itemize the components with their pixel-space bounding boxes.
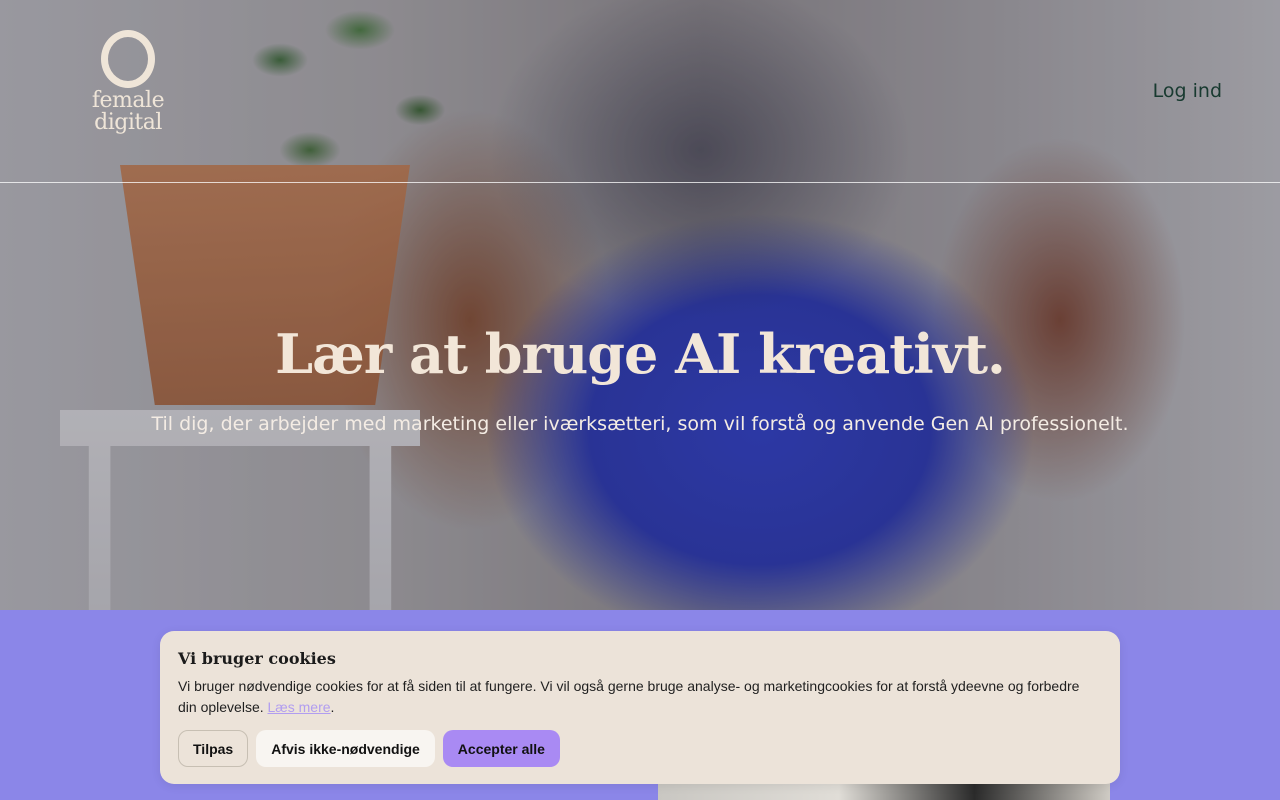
logo-ring-icon bbox=[101, 30, 155, 88]
hero-title: Lær at bruge AI kreativt. bbox=[275, 322, 1006, 386]
login-link[interactable]: Log ind bbox=[1153, 80, 1222, 102]
cookie-banner-text: Vi bruger nødvendige cookies for at få s… bbox=[178, 676, 1098, 718]
hero-subtitle: Til dig, der arbejder med marketing elle… bbox=[151, 413, 1129, 435]
logo-text-line2: digital bbox=[94, 110, 162, 135]
accept-all-button[interactable]: Accepter alle bbox=[442, 730, 560, 767]
logo-text-line1: female bbox=[91, 88, 165, 113]
site-logo[interactable]: female digital bbox=[86, 30, 170, 134]
cookie-button-row: Tilpas Afvis ikke-nødvendige Accepter al… bbox=[178, 730, 1102, 767]
header-divider bbox=[0, 182, 1280, 183]
cookie-text-period: . bbox=[330, 699, 335, 715]
hero-image-overlay bbox=[0, 0, 1280, 610]
reject-nonessential-button[interactable]: Afvis ikke-nødvendige bbox=[256, 730, 435, 767]
cookie-banner-title: Vi bruger cookies bbox=[178, 649, 336, 668]
cookie-banner: Vi bruger cookies Vi bruger nødvendige c… bbox=[160, 631, 1120, 784]
hero-section: female digital Log ind Lær at bruge AI k… bbox=[0, 0, 1280, 610]
customize-button[interactable]: Tilpas bbox=[178, 730, 249, 767]
read-more-link[interactable]: Læs mere bbox=[268, 699, 331, 715]
